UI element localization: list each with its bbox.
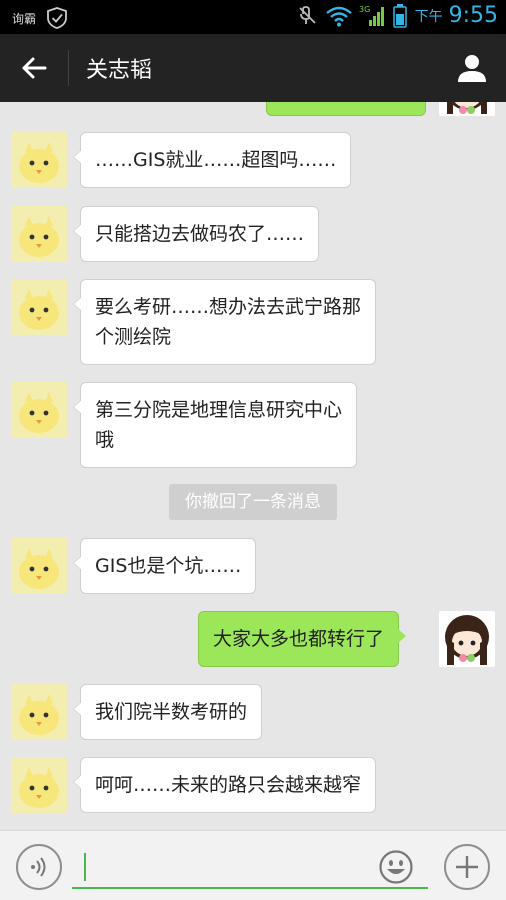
shield-check-icon — [47, 7, 67, 29]
notification-app-label: 询霸 — [12, 11, 37, 26]
plus-icon — [456, 856, 478, 878]
input-bar — [0, 830, 506, 900]
message-bubble[interactable]: 第三分院是地理信息研究中心 哦 — [72, 382, 358, 468]
message-text: GIS也是个坑…… — [95, 555, 242, 577]
yellow-bird-avatar-icon — [11, 382, 67, 438]
header-divider — [68, 50, 69, 86]
person-icon — [458, 55, 486, 82]
girl-avatar-icon — [447, 102, 487, 114]
wifi-icon — [325, 6, 352, 26]
voice-button[interactable] — [16, 844, 62, 890]
contact-info-button[interactable] — [454, 50, 490, 86]
contact-avatar[interactable] — [11, 382, 67, 438]
my-avatar[interactable] — [439, 102, 495, 116]
message-bubble[interactable]: GIS也是个坑…… — [72, 538, 257, 594]
sent-message-bubble[interactable]: 大家大多也都转行了 — [198, 611, 407, 667]
chat-title: 关志韬 — [86, 58, 153, 83]
yellow-bird-avatar-icon — [11, 206, 67, 262]
more-options-button[interactable] — [444, 844, 490, 890]
emoji-button[interactable] — [378, 849, 414, 885]
message-text: ……GIS就业……超图吗…… — [95, 149, 337, 171]
contact-avatar[interactable] — [11, 757, 67, 813]
smiley-icon — [379, 850, 413, 884]
message-line: 要么考研……想办法去武宁路那 — [95, 296, 362, 318]
contact-avatar[interactable] — [11, 279, 67, 335]
status-bar: 询霸 3G 下午 9:55 — [0, 0, 506, 34]
yellow-bird-avatar-icon — [11, 757, 67, 813]
message-bubble[interactable]: ……GIS就业……超图吗…… — [72, 132, 352, 188]
recall-notice: 你撤回了一条消息 — [169, 484, 337, 520]
battery-icon — [392, 3, 407, 28]
girl-avatar-icon — [439, 611, 495, 667]
yellow-bird-avatar-icon — [11, 279, 67, 335]
yellow-bird-avatar-icon — [11, 538, 67, 594]
ampm-label: 下午 — [414, 8, 443, 25]
partial-sent-bubble — [266, 102, 426, 116]
signal-3g-icon: 3G — [359, 5, 384, 26]
voice-icon — [31, 857, 46, 877]
back-button[interactable] — [16, 52, 52, 84]
clock-time: 9:55 — [448, 3, 498, 28]
message-text: 呵呵……未来的路只会越来越窄 — [95, 774, 362, 796]
yellow-bird-avatar-icon — [11, 132, 67, 188]
message-bubble[interactable]: 只能搭边去做码农了…… — [72, 206, 320, 262]
my-avatar[interactable] — [439, 611, 495, 667]
message-input[interactable] — [72, 845, 428, 889]
message-line: 第三分院是地理信息研究中心 — [95, 399, 343, 421]
message-text: 只能搭边去做码农了…… — [95, 223, 305, 245]
contact-avatar[interactable] — [11, 538, 67, 594]
message-list[interactable]: ……GIS就业……超图吗…… 只能搭边去做码农了…… 要么考研……想办法去武宁路… — [0, 102, 506, 830]
message-bubble[interactable]: 我们院半数考研的 — [72, 684, 263, 740]
network-type-label: 3G — [359, 5, 370, 14]
message-bubble[interactable]: 呵呵……未来的路只会越来越窄 — [72, 757, 377, 813]
contact-avatar[interactable] — [11, 684, 67, 740]
message-text: 大家大多也都转行了 — [213, 628, 385, 650]
message-text: 我们院半数考研的 — [95, 701, 248, 723]
mute-icon — [298, 5, 316, 24]
arrow-left-icon — [22, 57, 47, 79]
yellow-bird-avatar-icon — [11, 684, 67, 740]
message-line: 哦 — [95, 429, 115, 451]
text-cursor — [84, 853, 86, 881]
contact-avatar[interactable] — [11, 132, 67, 188]
message-line: 个测绘院 — [95, 326, 172, 348]
chat-header: 关志韬 — [0, 34, 506, 102]
message-bubble[interactable]: 要么考研……想办法去武宁路那 个测绘院 — [72, 279, 377, 365]
contact-avatar[interactable] — [11, 206, 67, 262]
